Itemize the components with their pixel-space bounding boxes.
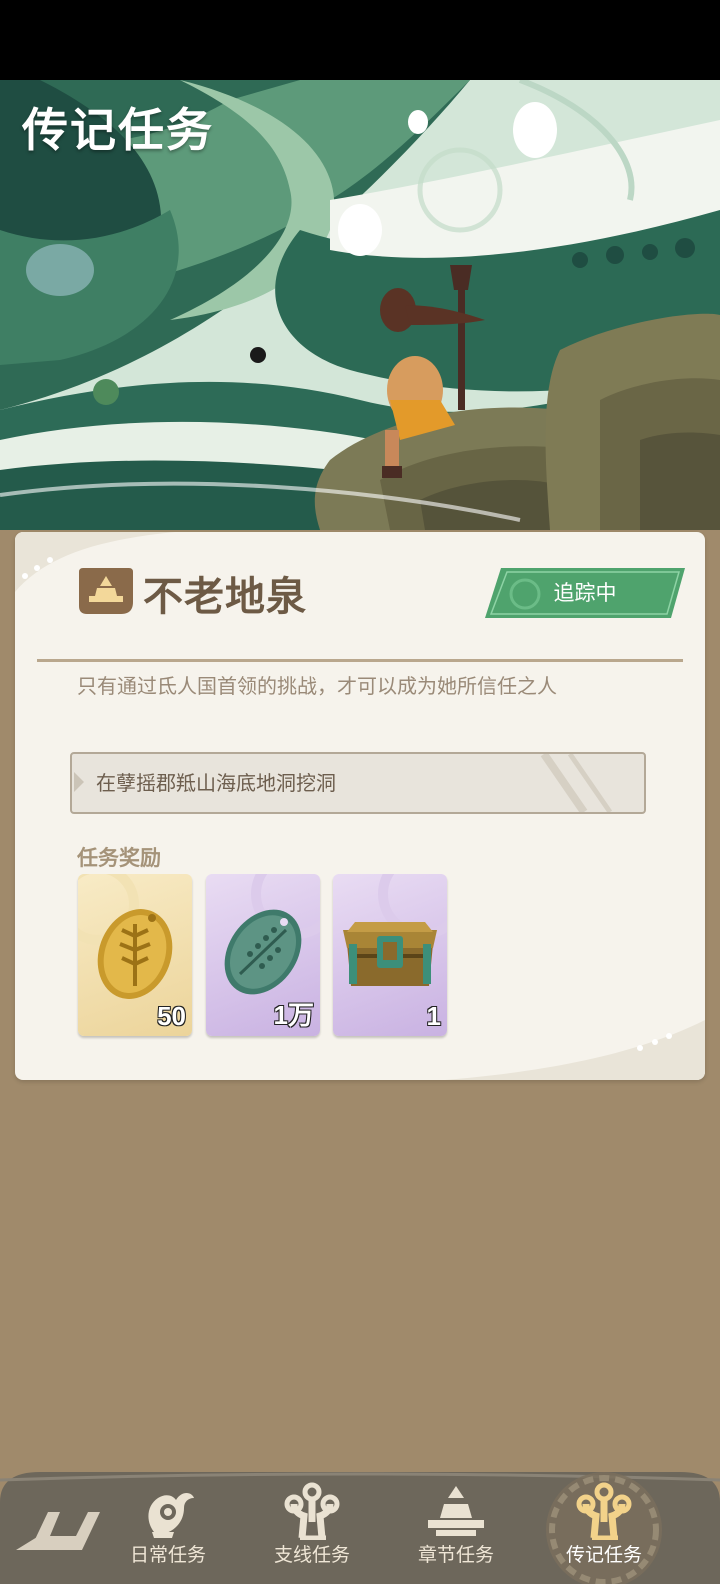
tab-label: 支线任务 — [273, 1544, 350, 1566]
bird-emblem-icon — [148, 1493, 194, 1538]
card-corner-decoration-bottom — [445, 1020, 705, 1080]
reward-slot[interactable]: 50 — [78, 874, 192, 1036]
game-logo-icon — [16, 1512, 100, 1550]
tab-label: 传记任务 — [565, 1544, 642, 1566]
quest-type-icon — [79, 568, 133, 614]
objective-arrow-icon — [74, 772, 84, 792]
tab-chapter-quests[interactable]: 章节任务 — [384, 1472, 528, 1584]
branch-emblem-icon — [284, 1482, 340, 1540]
quest-description: 只有通过氐人国首领的挑战，才可以成为她所信任之人 — [77, 674, 557, 698]
quest-objective[interactable]: 在孽摇郡羝山海底地洞挖洞 — [70, 752, 646, 814]
page-title: 传记任务 — [22, 103, 214, 157]
altar-emblem-icon — [428, 1486, 484, 1536]
tab-biography-quests[interactable]: 传记任务 — [532, 1472, 676, 1584]
bottom-nav: 日常任务 支线任务 章节任务 传记任务 — [0, 1472, 720, 1584]
quest-card: 不老地泉 追踪中 只有通过氐人国首领的挑战，才可以成为她所信任之人 在孽摇郡羝山… — [15, 532, 705, 1080]
reward-slot[interactable]: 1 — [333, 874, 447, 1036]
objective-stripes — [540, 754, 613, 812]
reward-quantity: 1 — [426, 1001, 441, 1031]
tracking-status-button[interactable]: 追踪中 — [485, 568, 685, 618]
branch-emblem-icon — [576, 1482, 632, 1540]
tab-label: 章节任务 — [417, 1544, 494, 1566]
tracking-status-label: 追踪中 — [553, 581, 617, 605]
hero-banner: 传记任务 — [0, 80, 720, 530]
rewards-title: 任务奖励 — [77, 846, 161, 870]
reward-slot[interactable]: 1万 — [206, 874, 320, 1036]
reward-quantity: 1万 — [273, 1000, 314, 1030]
tab-label: 日常任务 — [129, 1544, 206, 1566]
objective-text: 在孽摇郡羝山海底地洞挖洞 — [96, 771, 336, 795]
divider — [37, 659, 683, 662]
home-button[interactable] — [12, 1492, 102, 1562]
status-bar — [0, 0, 720, 80]
tab-side-quests[interactable]: 支线任务 — [240, 1472, 384, 1584]
tab-daily-quests[interactable]: 日常任务 — [96, 1472, 240, 1584]
quest-name: 不老地泉 — [143, 573, 307, 620]
reward-quantity: 50 — [157, 1001, 186, 1031]
